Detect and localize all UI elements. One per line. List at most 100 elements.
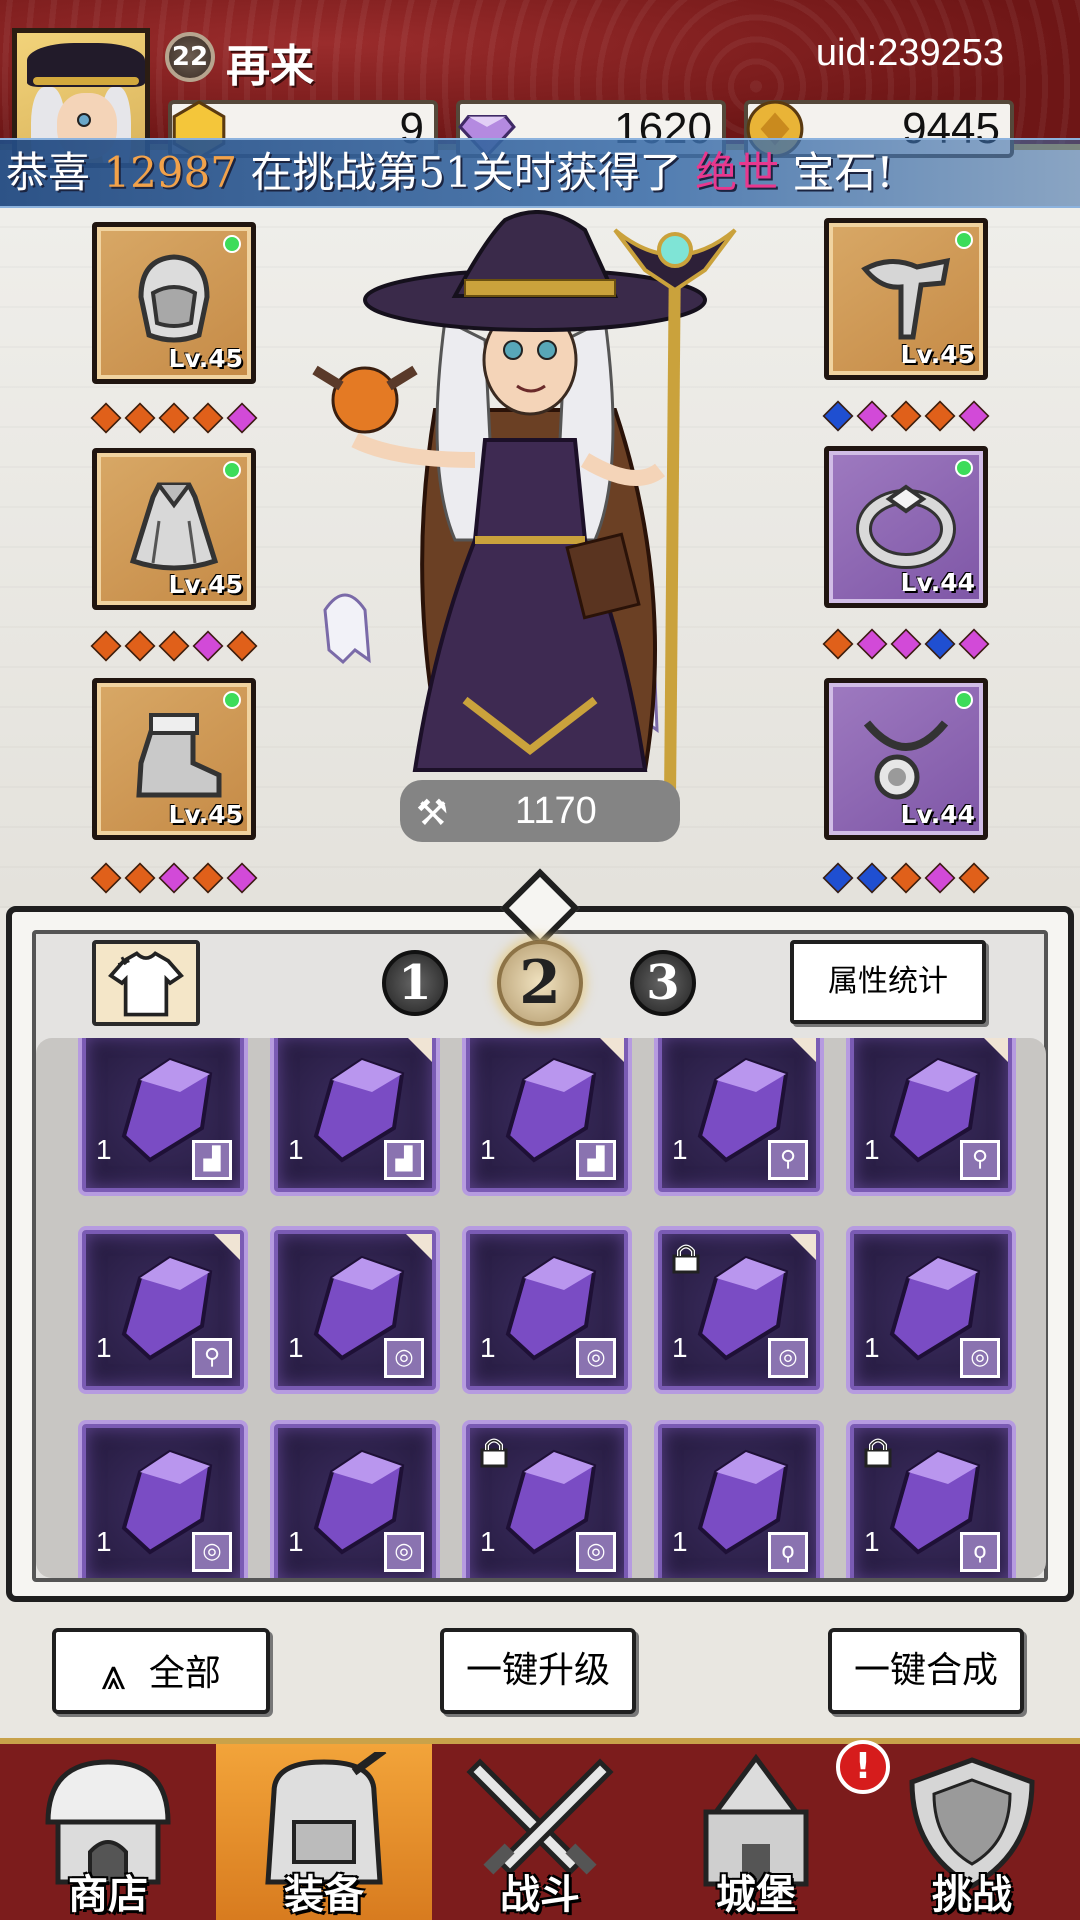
- gem-item[interactable]: 1 ◎: [850, 1230, 1012, 1390]
- gem-item[interactable]: 1 ϙ: [658, 1424, 820, 1578]
- ring-type-icon: ◎: [384, 1338, 424, 1378]
- new-corner-marker: [406, 1038, 432, 1062]
- bottom-navigation: 商店 装备 战斗 城堡 挑战: [0, 1738, 1080, 1920]
- item-count: 1: [480, 1332, 496, 1363]
- player-uid: uid:239253: [815, 32, 1004, 74]
- item-count: 1: [864, 1134, 880, 1165]
- tab-page-1[interactable]: 1: [382, 950, 448, 1016]
- boot-type-icon: ▟: [192, 1140, 232, 1180]
- ring-slot[interactable]: Lv.44: [824, 446, 988, 608]
- gem-item[interactable]: 1 ϙ: [850, 1424, 1012, 1578]
- nav-castle[interactable]: 城堡: [648, 1744, 864, 1920]
- new-indicator: [955, 691, 973, 709]
- item-count: 1: [288, 1332, 304, 1363]
- gem-item[interactable]: 1 ◎: [658, 1230, 820, 1390]
- item-count: 1: [864, 1526, 880, 1557]
- armor-slot[interactable]: Lv.45: [92, 448, 256, 610]
- nav-equipment[interactable]: 装备: [216, 1744, 432, 1920]
- navigation-arrow-icon: ⩓: [101, 1649, 126, 1700]
- announcement-player-id: 12987: [103, 148, 237, 197]
- attribute-stats-button[interactable]: 属性统计: [790, 940, 986, 1024]
- gem-item[interactable]: 1 ▟: [466, 1038, 628, 1192]
- sword-power-icon: ⚒: [416, 792, 449, 833]
- new-indicator: [223, 691, 241, 709]
- necklace-type-icon: ϙ: [960, 1532, 1000, 1572]
- player-level-badge: 22: [165, 32, 215, 82]
- gem-item[interactable]: 1 ⚲: [850, 1038, 1012, 1192]
- announcement-prefix: 恭喜: [6, 148, 104, 197]
- slot-level: Lv.44: [900, 568, 975, 597]
- weapon-type-icon: ⚲: [768, 1140, 808, 1180]
- nav-challenge[interactable]: 挑战: [864, 1744, 1080, 1920]
- lock-icon: [480, 1438, 508, 1468]
- ring-type-icon: ◎: [960, 1338, 1000, 1378]
- new-corner-marker: [982, 1038, 1008, 1062]
- shirt-icon: [108, 951, 184, 1017]
- tab-page-3[interactable]: 3: [630, 950, 696, 1016]
- ring-type-icon: ◎: [768, 1338, 808, 1378]
- new-indicator: [955, 231, 973, 249]
- slot-level: Lv.45: [168, 800, 243, 829]
- item-count: 1: [288, 1526, 304, 1557]
- weapon-type-icon: ⚲: [192, 1338, 232, 1378]
- gem-item[interactable]: 1 ▟: [82, 1038, 244, 1192]
- item-count: 1: [288, 1134, 304, 1165]
- item-count: 1: [864, 1332, 880, 1363]
- new-indicator: [223, 235, 241, 253]
- necklace-slot[interactable]: Lv.44: [824, 678, 988, 840]
- slot-level: Lv.44: [900, 800, 975, 829]
- nav-battle-label: 战斗: [500, 1871, 580, 1918]
- boots-slot[interactable]: Lv.45: [92, 678, 256, 840]
- item-count: 1: [672, 1526, 688, 1557]
- gem-item[interactable]: 1 ⚲: [658, 1038, 820, 1192]
- gem-item[interactable]: 1 ◎: [466, 1424, 628, 1578]
- cloak-icon: [129, 482, 219, 571]
- ring-type-icon: ◎: [192, 1532, 232, 1572]
- gem-item[interactable]: 1 ⚲: [82, 1230, 244, 1390]
- boots-gems: [90, 862, 258, 894]
- boot-type-icon: ▟: [384, 1140, 424, 1180]
- nav-shop[interactable]: 商店: [0, 1744, 216, 1920]
- item-count: 1: [96, 1332, 112, 1363]
- new-corner-marker: [598, 1038, 624, 1062]
- announcement-suffix: 宝石!: [779, 148, 894, 197]
- item-count: 1: [96, 1134, 112, 1165]
- ring-type-icon: ◎: [576, 1532, 616, 1572]
- new-corner-marker: [214, 1234, 240, 1260]
- gem-item[interactable]: 1 ◎: [274, 1230, 436, 1390]
- slot-level: Lv.45: [168, 344, 243, 373]
- castle-notification-badge: !: [836, 1740, 890, 1794]
- item-count: 1: [96, 1526, 112, 1557]
- nav-shop-label: 商店: [68, 1871, 148, 1918]
- announcement-rarity: 绝世: [695, 148, 780, 197]
- announcement-middle: 在挑战第51关时获得了: [236, 148, 696, 197]
- new-corner-marker: [790, 1234, 816, 1260]
- lock-icon: [672, 1244, 700, 1274]
- boot-icon: [136, 713, 222, 798]
- nav-equipment-label: 装备: [284, 1871, 364, 1918]
- slot-level: Lv.45: [900, 340, 975, 369]
- outfit-button[interactable]: [92, 940, 200, 1026]
- necklace-type-icon: ϙ: [768, 1532, 808, 1572]
- item-count: 1: [480, 1134, 496, 1165]
- combat-power-display: ⚒ 1170: [400, 780, 680, 842]
- gem-item[interactable]: 1 ◎: [466, 1230, 628, 1390]
- necklace-icon: [863, 720, 949, 800]
- tab-page-2[interactable]: 2: [497, 940, 583, 1026]
- gem-item[interactable]: 1 ▟: [274, 1038, 436, 1192]
- nav-battle[interactable]: 战斗: [432, 1744, 648, 1920]
- item-count: 1: [672, 1332, 688, 1363]
- nav-castle-label: 城堡: [716, 1871, 796, 1918]
- necklace-gems: [822, 862, 990, 894]
- boot-type-icon: ▟: [576, 1140, 616, 1180]
- helmet-slot[interactable]: Lv.45: [92, 222, 256, 384]
- combat-power-value: 1170: [515, 790, 597, 832]
- gem-item[interactable]: 1 ◎: [82, 1424, 244, 1578]
- filter-all-button[interactable]: ⩓ 全部: [52, 1628, 270, 1714]
- weapon-slot[interactable]: Lv.45: [824, 218, 988, 380]
- ring-gems: [822, 628, 990, 660]
- upgrade-all-button[interactable]: 一键升级: [440, 1628, 636, 1714]
- merge-all-button[interactable]: 一键合成: [828, 1628, 1024, 1714]
- ring-type-icon: ◎: [384, 1532, 424, 1572]
- gem-item[interactable]: 1 ◎: [274, 1424, 436, 1578]
